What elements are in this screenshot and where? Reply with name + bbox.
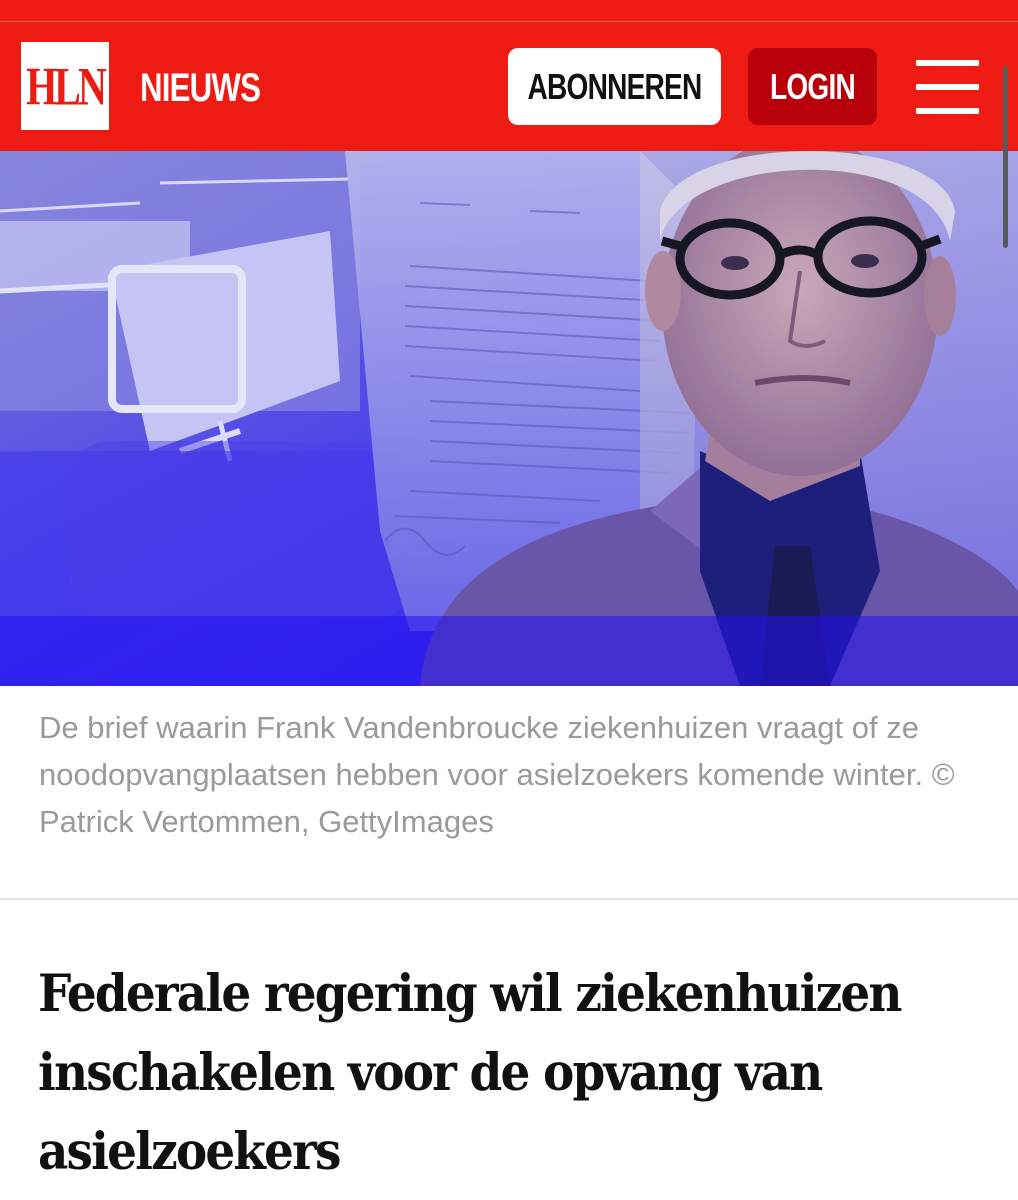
status-strip: [0, 0, 1018, 22]
hln-logo[interactable]: HLN: [21, 42, 109, 130]
hamburger-menu-icon[interactable]: [916, 60, 979, 114]
section-title[interactable]: NIEUWS: [140, 66, 261, 110]
image-caption-area: De brief waarin Frank Vandenbroucke ziek…: [0, 686, 1018, 899]
site-header: HLN NIEUWS ABONNEREN LOGIN: [0, 22, 1018, 151]
page-scrollbar[interactable]: [1003, 66, 1008, 248]
subscribe-button[interactable]: ABONNEREN: [508, 48, 721, 125]
logo-text: HLN: [26, 55, 107, 117]
login-button-label: LOGIN: [769, 65, 856, 107]
hero-image: [0, 151, 1018, 686]
caption-divider: [0, 898, 1018, 900]
menu-bar-bottom: [916, 108, 979, 114]
subscribe-button-label: ABONNEREN: [527, 65, 703, 107]
menu-bar-top: [916, 60, 979, 66]
hero-illustration: [0, 151, 1018, 686]
login-button[interactable]: LOGIN: [748, 48, 877, 125]
menu-bar-middle: [916, 84, 979, 90]
image-caption: De brief waarin Frank Vandenbroucke ziek…: [39, 710, 955, 839]
article-headline: Federale regering wil ziekenhuizen insch…: [38, 964, 903, 1182]
